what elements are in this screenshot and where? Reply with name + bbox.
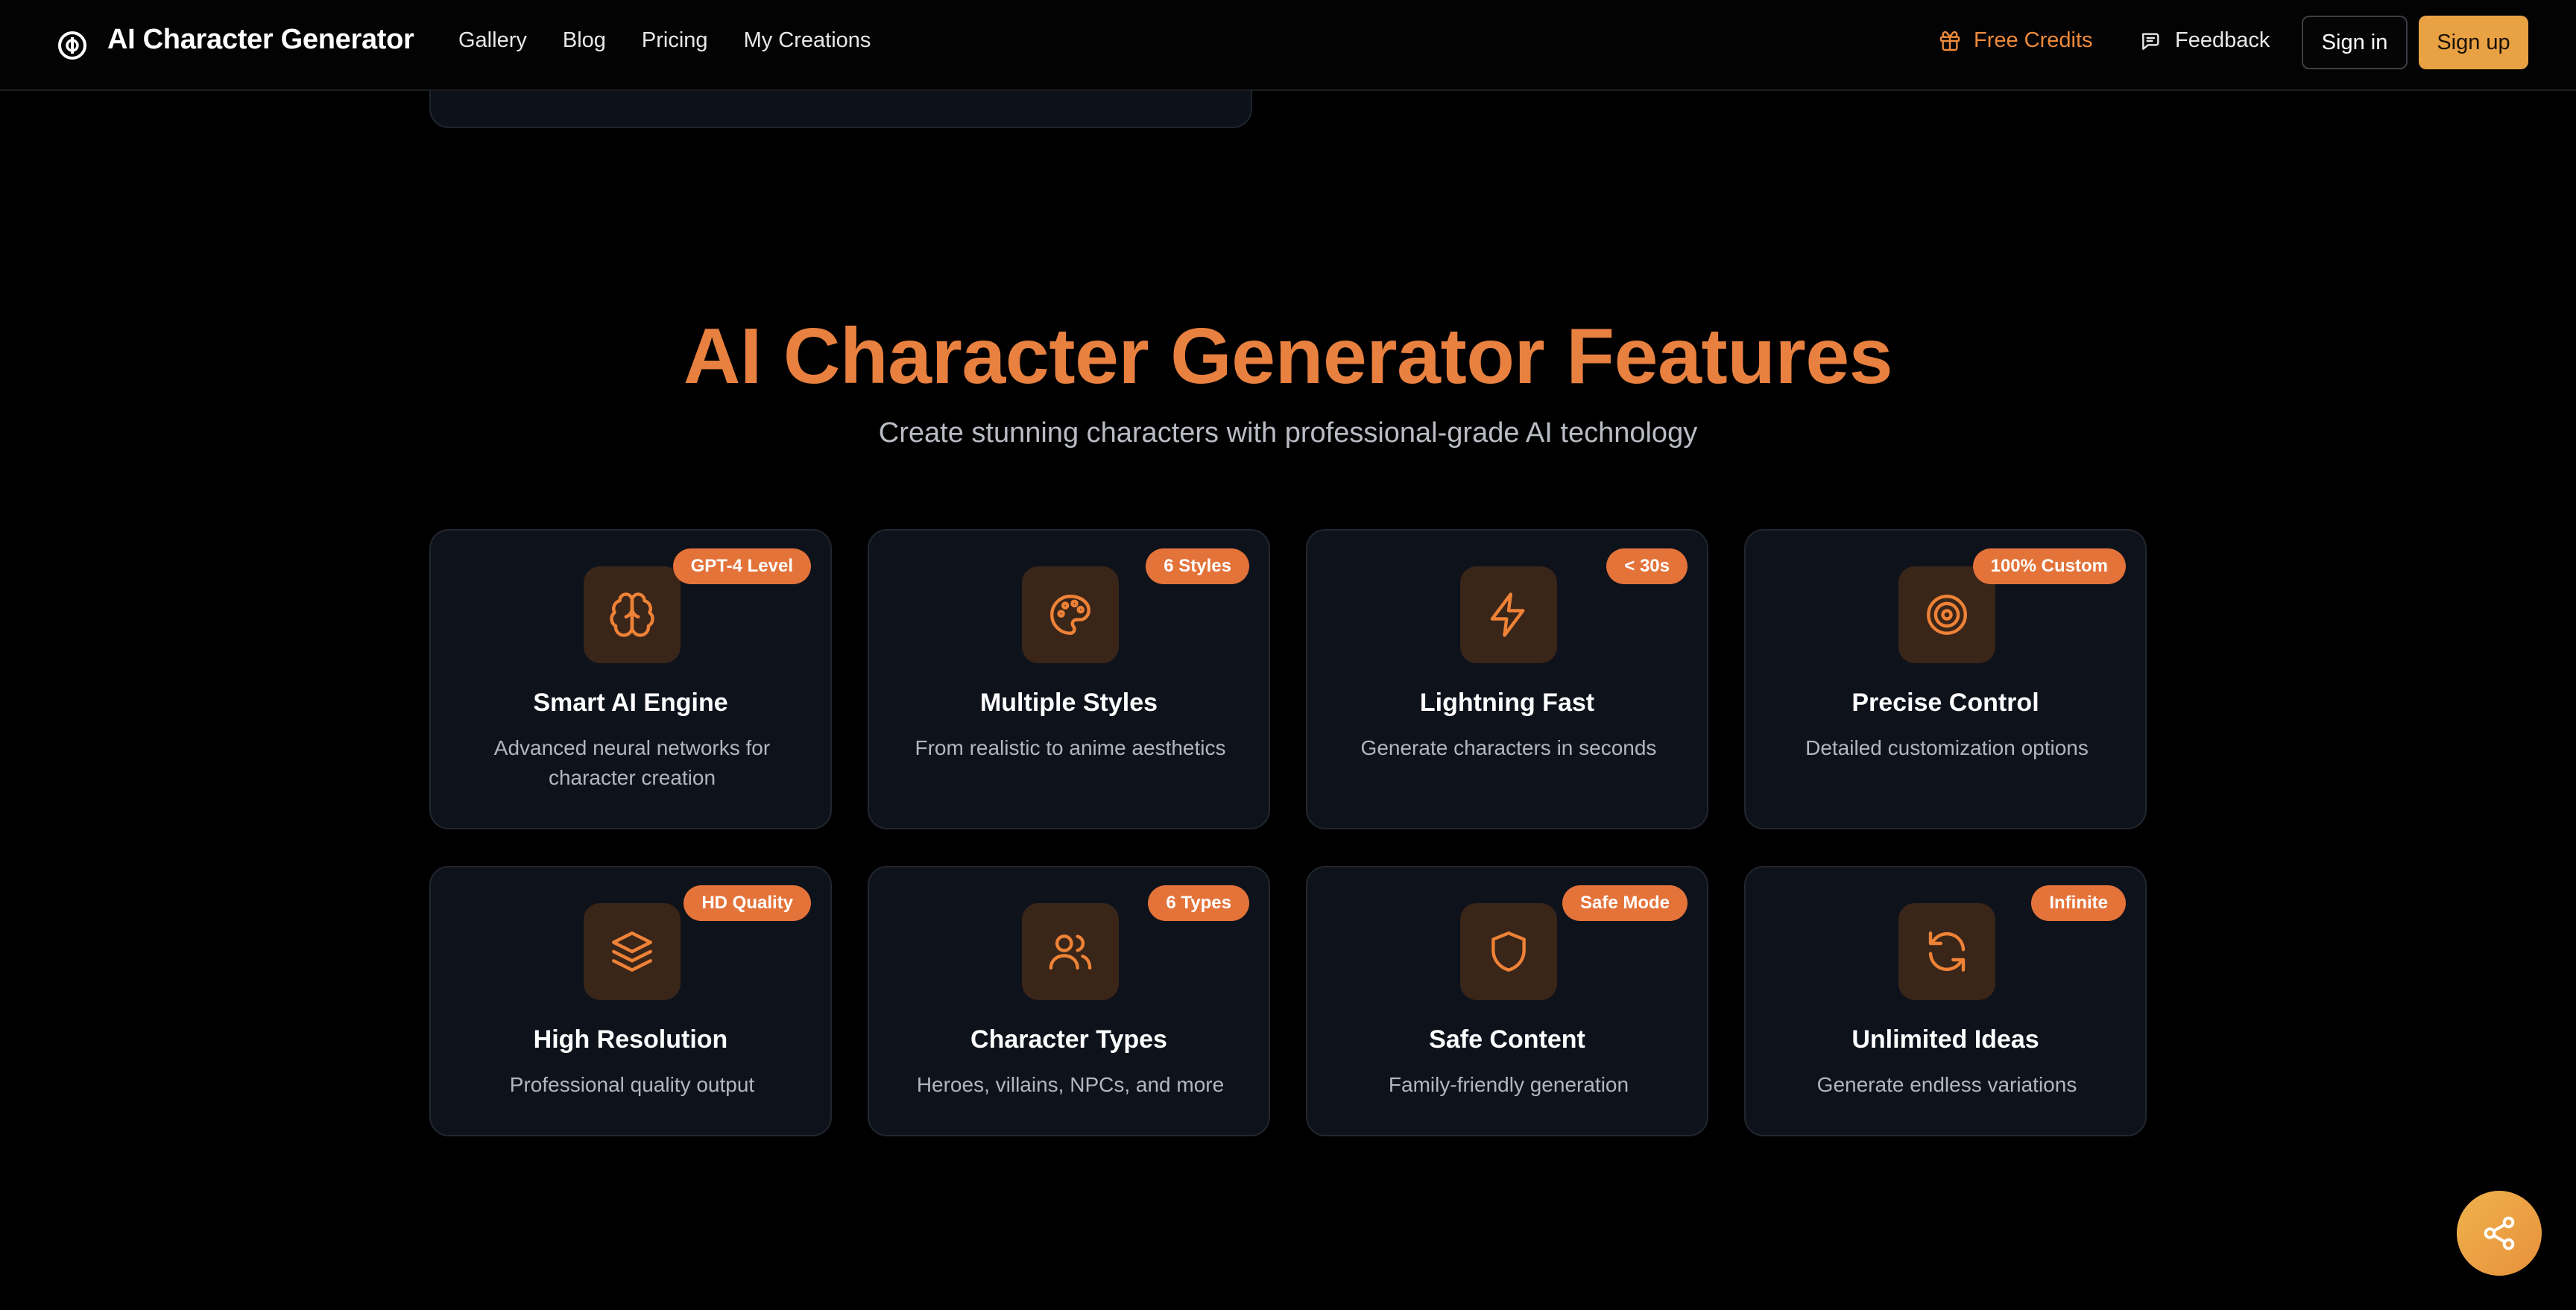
feature-title: Precise Control (1852, 689, 2039, 717)
feature-description: Detailed customization options (1805, 736, 2089, 759)
feature-badge: 6 Types (1148, 885, 1249, 921)
users-icon (1049, 934, 1092, 970)
features-title: AI Character Generator Features (683, 312, 1893, 400)
feature-badge: GPT-4 Level (672, 548, 811, 584)
lightning-icon (1490, 592, 1525, 637)
nav-link-pricing[interactable]: Pricing (642, 28, 708, 53)
sign-up-button[interactable]: Sign up (2419, 16, 2528, 69)
feature-title: Unlimited Ideas (1852, 1025, 2039, 1054)
feature-description: Heroes, villains, NPCs, and more (916, 1073, 1225, 1096)
feature-title: Safe Content (1429, 1025, 1585, 1054)
main-nav: Gallery Blog Pricing My Creations (458, 28, 906, 53)
feature-badge: 6 Styles (1146, 548, 1249, 584)
target-icon (1927, 595, 1967, 635)
feature-card-precise-control: 100% Custom Precise Control Detailed cus… (1744, 529, 2147, 829)
feature-description: Generate endless variations (1816, 1073, 2077, 1096)
feature-badge: HD Quality (684, 885, 811, 921)
palette-icon (1050, 595, 1090, 635)
free-credits-label: Free Credits (1974, 28, 2093, 52)
feature-badge: < 30s (1606, 548, 1688, 584)
refresh-icon (1928, 931, 1966, 972)
nav-link-blog[interactable]: Blog (563, 28, 606, 53)
feature-icon-box (1460, 903, 1557, 1000)
nav-link-gallery[interactable]: Gallery (458, 28, 527, 53)
logo-icon[interactable] (54, 27, 91, 64)
feature-card-unlimited-ideas: Infinite Unlimited Ideas Generate endles… (1744, 866, 2147, 1136)
feature-card-safe-content: Safe Mode Safe Content Family-friendly g… (1306, 866, 1708, 1136)
gift-icon (1939, 31, 1960, 51)
feature-badge: 100% Custom (1972, 548, 2126, 584)
top-nav-bar: AI Character Generator Gallery Blog Pric… (0, 0, 2576, 91)
free-credits-button[interactable]: Free Credits (1938, 28, 2093, 53)
feature-title: Lightning Fast (1419, 689, 1595, 717)
layers-icon (612, 931, 652, 972)
feedback-button[interactable]: Feedback (2139, 28, 2270, 53)
feature-badge: Infinite (2031, 885, 2126, 921)
brand-name[interactable]: AI Character Generator (107, 24, 414, 56)
feature-card-smart-ai-engine: GPT-4 Level Smart AI Engine Advanced neu… (429, 529, 832, 829)
feature-icon-box (584, 903, 681, 1000)
feature-title: High Resolution (533, 1025, 728, 1054)
features-subtitle: Create stunning characters with professi… (878, 417, 1698, 449)
feature-card-multiple-styles: 6 Styles Multiple Styles From realistic … (868, 529, 1270, 829)
feature-card-character-types: 6 Types Character Types Heroes, villains… (868, 866, 1270, 1136)
sign-in-button[interactable]: Sign in (2302, 16, 2408, 69)
nav-link-my-creations[interactable]: My Creations (744, 28, 871, 53)
feature-icon-box (584, 566, 681, 663)
brain-icon (610, 592, 654, 637)
chat-icon (2141, 32, 2159, 50)
feature-description: From realistic to anime aesthetics (915, 736, 1226, 759)
share-button[interactable] (2457, 1191, 2542, 1276)
feature-title: Character Types (970, 1025, 1167, 1054)
feature-card-high-resolution: HD Quality High Resolution Professional … (429, 866, 832, 1136)
share-icon (2484, 1216, 2515, 1250)
feature-title: Smart AI Engine (533, 689, 728, 717)
feature-description: Generate characters in seconds (1360, 736, 1657, 759)
feedback-label: Feedback (2175, 28, 2270, 52)
feature-description: Advanced neural networks for character c… (493, 736, 771, 789)
shield-icon (1491, 931, 1526, 972)
feature-badge: Safe Mode (1562, 885, 1688, 921)
feature-description: Family-friendly generation (1388, 1073, 1629, 1096)
feature-icon-box (1460, 566, 1557, 663)
feature-icon-box (1022, 566, 1119, 663)
feature-description: Professional quality output (509, 1073, 755, 1096)
feature-title: Multiple Styles (979, 689, 1158, 717)
feature-card-lightning-fast: < 30s Lightning Fast Generate characters… (1306, 529, 1708, 829)
feature-icon-box (1898, 903, 1995, 1000)
feature-icon-box (1022, 903, 1119, 1000)
